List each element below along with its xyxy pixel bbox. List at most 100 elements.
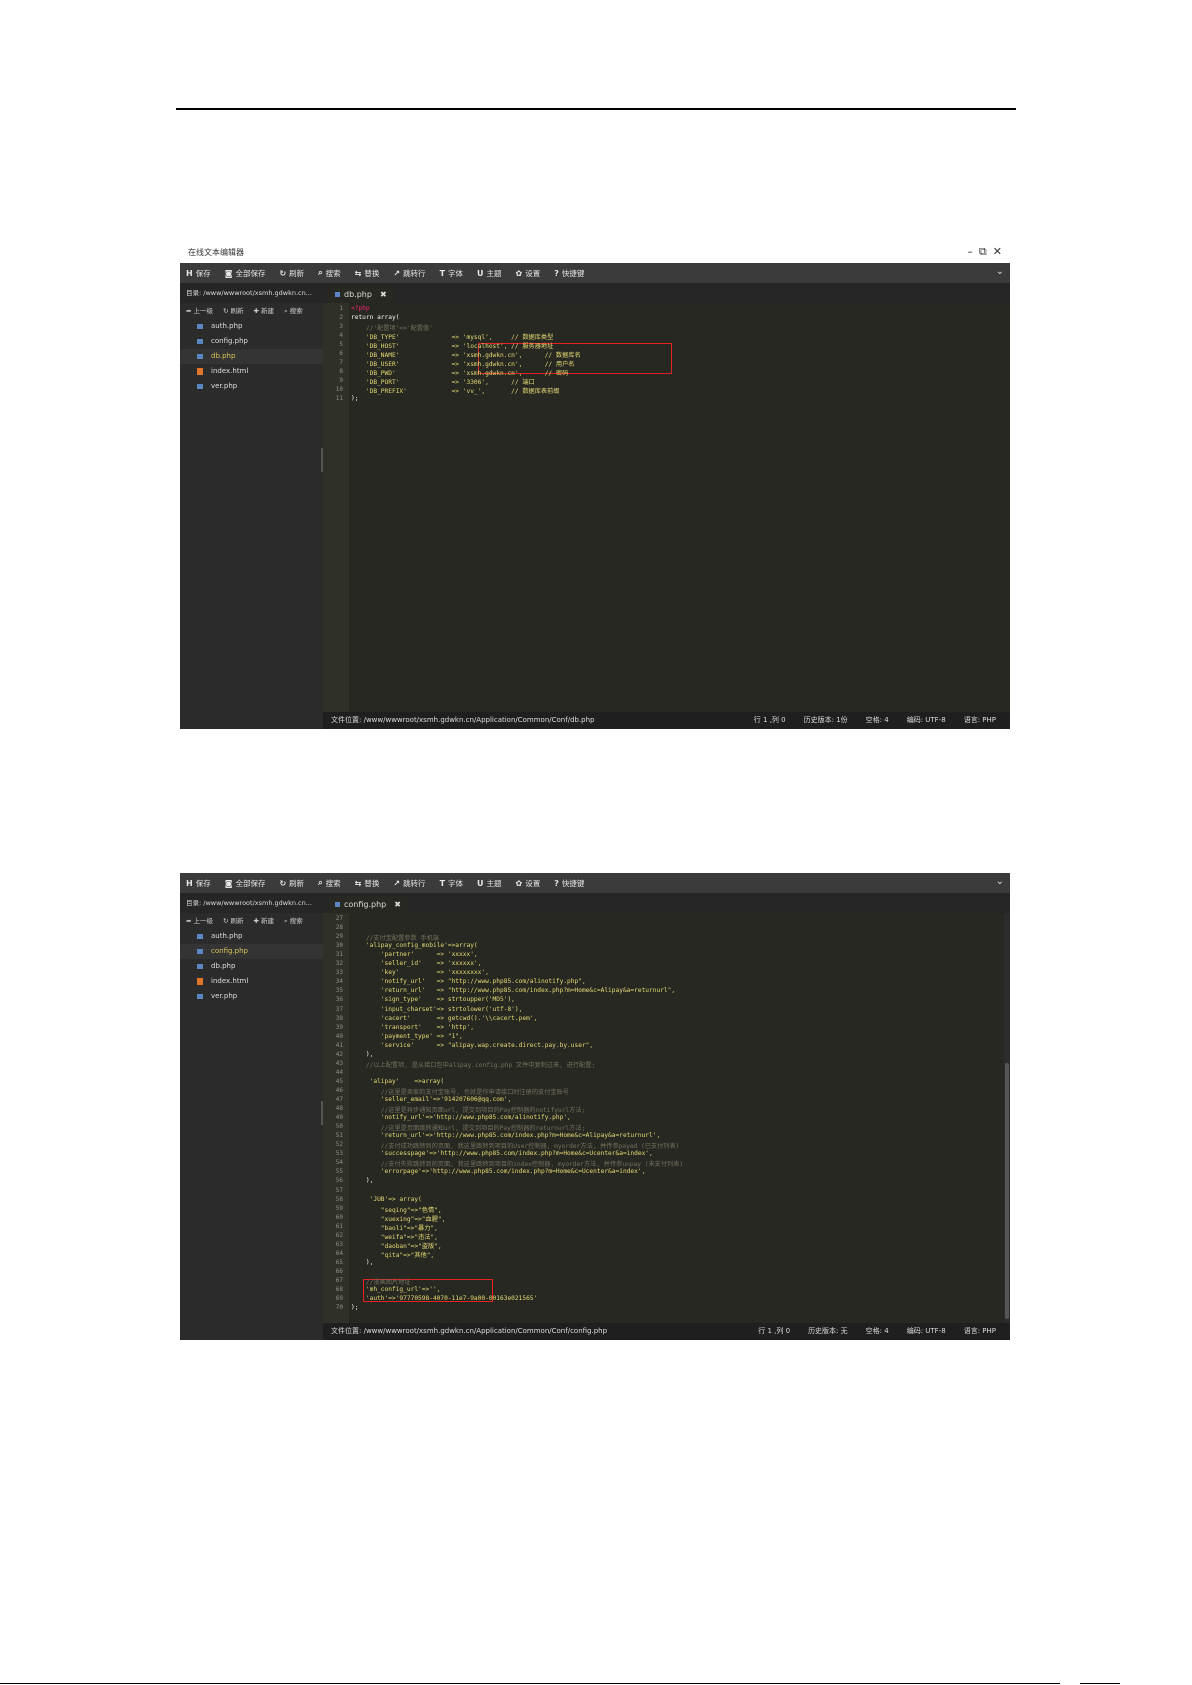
status-encoding[interactable]: 编码: UTF-8: [907, 712, 946, 729]
code-line[interactable]: 'transport' => 'http',: [351, 1024, 474, 1031]
code-line[interactable]: "xuexing"=>"血腥",: [351, 1214, 446, 1223]
sidebar-tool-button[interactable]: ➦ 上一级: [186, 303, 213, 319]
sidebar-tool-button[interactable]: ⌕ 搜索: [284, 303, 303, 319]
chevron-down-icon[interactable]: ⌄: [996, 266, 1004, 277]
toolbar-search-button[interactable]: ⌕ 搜索: [318, 878, 340, 889]
toolbar-refresh-button[interactable]: ↻ 刷新: [279, 268, 304, 279]
code-line[interactable]: "daoban"=>"盗版",: [351, 1241, 442, 1250]
file-item[interactable]: config.php: [180, 334, 323, 349]
toolbar-refresh-button[interactable]: ↻ 刷新: [279, 878, 304, 889]
code-line[interactable]: 'JUB'=> array(: [351, 1196, 422, 1203]
code-line[interactable]: 'partner' => 'xxxxx',: [351, 951, 478, 958]
status-position[interactable]: 行 1 ,列 0: [754, 712, 786, 729]
code-line[interactable]: //支付成功跳转到的页面, 我这里跳转到项目的User控制器, myorder方…: [351, 1141, 680, 1150]
code-line[interactable]: );: [351, 395, 358, 402]
file-item[interactable]: index.html: [180, 364, 323, 379]
file-item[interactable]: index.html: [180, 974, 323, 989]
status-history[interactable]: 历史版本: 无: [808, 1323, 848, 1340]
code-line[interactable]: 'notify_url'=>'http://www.php85.com/alin…: [351, 1114, 571, 1121]
toolbar-replace-button[interactable]: ⇆ 替换: [355, 268, 380, 279]
status-indent[interactable]: 空格: 4: [866, 1323, 889, 1340]
sidebar-tool-button[interactable]: ↻ 刷新: [223, 913, 244, 929]
toolbar-font-button[interactable]: T 字体: [440, 878, 463, 889]
code-line[interactable]: 'sign_type' => strtoupper('MD5'),: [351, 996, 515, 1003]
file-item[interactable]: ver.php: [180, 989, 323, 1004]
file-item[interactable]: auth.php: [180, 319, 323, 334]
toolbar-goto-line-button[interactable]: ↗ 跳转行: [393, 268, 425, 279]
code-line[interactable]: 'auth'=>'97770598-4070-11e7-9a00-00163e0…: [351, 1295, 537, 1302]
code-line[interactable]: "baoli"=>"暴力",: [351, 1223, 438, 1232]
code-line[interactable]: 'service' => "alipay.wap.create.direct.p…: [351, 1042, 593, 1049]
close-icon[interactable]: ✕: [993, 245, 1002, 259]
toolbar-theme-button[interactable]: U 主题: [477, 878, 502, 889]
code-line[interactable]: "qita"=>"其他",: [351, 1250, 434, 1259]
code-line[interactable]: <?php: [351, 305, 370, 312]
code-editor[interactable]: 27 28 29 //支付宝配置参数 手机端 30 'alipay_config_mo…: [323, 913, 1010, 1323]
code-line[interactable]: 'return_url'=>'http://www.php85.com/inde…: [351, 1132, 660, 1139]
toolbar-shortcut-button[interactable]: ? 快捷键: [554, 268, 584, 279]
close-tab-icon[interactable]: ✖: [394, 896, 401, 913]
code-line[interactable]: 'notify_url' => "http://www.php85.com/al…: [351, 978, 586, 985]
tab-config-php[interactable]: config.php ✖: [327, 896, 409, 913]
file-item[interactable]: db.php: [180, 959, 323, 974]
toolbar-search-button[interactable]: ⌕ 搜索: [318, 268, 340, 279]
file-item[interactable]: ver.php: [180, 379, 323, 394]
code-line[interactable]: 'DB_NAME' => 'xsmh.gdwkn.cn', // 数据库名: [351, 350, 581, 359]
code-line[interactable]: 'DB_PWD' => 'xsmh.gdwkn.cn', // 密码: [351, 368, 568, 377]
code-editor[interactable]: 1 <?php 2 return array(3 //'配置项'=>'配置值' 4 'D…: [323, 303, 1010, 712]
code-line[interactable]: ),: [351, 1051, 373, 1058]
code-line[interactable]: //漫画图片地址: [351, 1277, 411, 1286]
code-line[interactable]: 'cacert' => getcwd().'\\cacert.pem',: [351, 1015, 537, 1022]
code-line[interactable]: 'input_charset'=> strtolower('utf-8'),: [351, 1006, 523, 1013]
toolbar-goto-line-button[interactable]: ↗ 跳转行: [393, 878, 425, 889]
code-line[interactable]: ),: [351, 1259, 373, 1266]
code-line[interactable]: 'mh_config_url'=>'',: [351, 1286, 441, 1293]
code-line[interactable]: 'payment_type' => "1",: [351, 1033, 463, 1040]
tab-db-php[interactable]: db.php ✖: [327, 286, 395, 303]
code-line[interactable]: 'DB_USER' => 'xsmh.gdwkn.cn', // 用户名: [351, 359, 575, 368]
sidebar-tool-button[interactable]: ✚ 新建: [254, 303, 275, 319]
code-line[interactable]: 'seller_id' => 'xxxxxx',: [351, 960, 482, 967]
code-line[interactable]: "weifa"=>"违法",: [351, 1232, 438, 1241]
vertical-scrollbar[interactable]: [1004, 913, 1010, 1323]
status-encoding[interactable]: 编码: UTF-8: [907, 1323, 946, 1340]
sidebar-tool-button[interactable]: ✚ 新建: [254, 913, 275, 929]
file-item[interactable]: db.php: [180, 349, 323, 364]
code-line[interactable]: //以上配置项, 是从接口包中alipay.config.php 文件中复制过来…: [351, 1060, 595, 1069]
status-language[interactable]: 语言: PHP: [964, 712, 996, 729]
code-line[interactable]: //'配置项'=>'配置值': [351, 323, 433, 332]
maximize-icon[interactable]: ⧉: [979, 245, 987, 259]
toolbar-settings-button[interactable]: ✿ 设置: [516, 878, 541, 889]
toolbar-save-button[interactable]: H 保存: [186, 268, 211, 279]
code-line[interactable]: 'key' => 'xxxxxxxx',: [351, 969, 489, 976]
toolbar-save-button[interactable]: H 保存: [186, 878, 211, 889]
status-indent[interactable]: 空格: 4: [866, 712, 889, 729]
toolbar-save-all-button[interactable]: ◙ 全部保存: [225, 878, 266, 889]
toolbar-shortcut-button[interactable]: ? 快捷键: [554, 878, 584, 889]
code-line[interactable]: 'DB_TYPE' => 'mysql', // 数据库类型: [351, 332, 553, 341]
code-line[interactable]: return array(: [351, 314, 399, 321]
chevron-down-icon[interactable]: ⌄: [996, 876, 1004, 887]
code-line[interactable]: //这里是页面跳转通知url, 提交到项目的Pay控制器的returnurl方法…: [351, 1123, 585, 1132]
file-item[interactable]: config.php: [180, 944, 323, 959]
code-line[interactable]: 'seller_email'=>'914207606@qq.com',: [351, 1096, 511, 1103]
sidebar-tool-button[interactable]: ⌕ 搜索: [284, 913, 303, 929]
code-line[interactable]: 'successpage'=>'http://www.php85.com/ind…: [351, 1150, 653, 1157]
code-line[interactable]: );: [351, 1304, 358, 1311]
minimize-icon[interactable]: –: [967, 245, 973, 259]
code-line[interactable]: ),: [351, 1177, 373, 1184]
toolbar-settings-button[interactable]: ✿ 设置: [516, 268, 541, 279]
toolbar-theme-button[interactable]: U 主题: [477, 268, 502, 279]
code-line[interactable]: 'alipay' =>array(: [351, 1078, 445, 1085]
toolbar-replace-button[interactable]: ⇆ 替换: [355, 878, 380, 889]
toolbar-font-button[interactable]: T 字体: [440, 268, 463, 279]
code-line[interactable]: //这里是异步通知页面url, 提交到项目的Pay控制器的notifyurl方法…: [351, 1105, 585, 1114]
code-line[interactable]: 'DB_PREFIX' => 'vv_', // 数据库表前缀: [351, 386, 560, 395]
code-line[interactable]: //这里是卖家的支付宝账号, 也就是你申请接口时注册的支付宝账号: [351, 1087, 569, 1096]
sidebar-tool-button[interactable]: ➦ 上一级: [186, 913, 213, 929]
code-line[interactable]: 'alipay_config_mobile'=>array(: [351, 942, 478, 949]
code-line[interactable]: 'DB_HOST' => 'localhost', // 服务器地址: [351, 341, 553, 350]
toolbar-save-all-button[interactable]: ◙ 全部保存: [225, 268, 266, 279]
file-item[interactable]: auth.php: [180, 929, 323, 944]
code-line[interactable]: 'return_url' => "http://www.php85.com/in…: [351, 987, 675, 994]
